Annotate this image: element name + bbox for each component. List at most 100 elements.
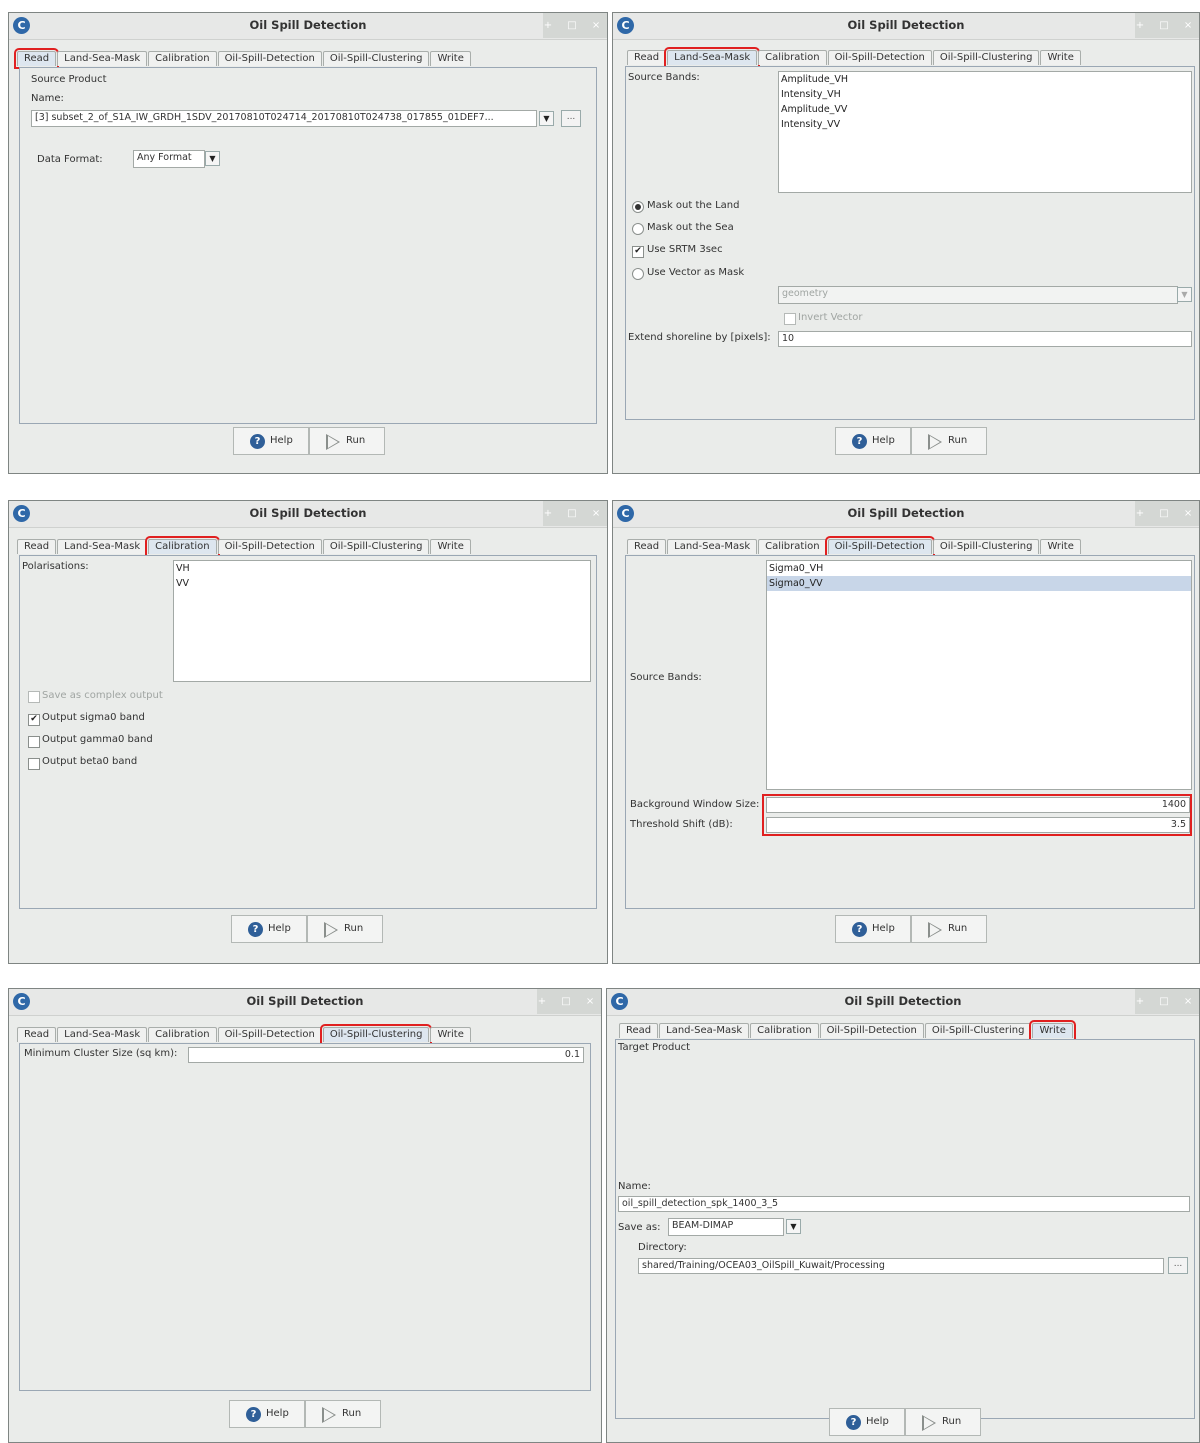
- tab-oil-spill-clustering[interactable]: Oil-Spill-Clustering: [932, 50, 1040, 65]
- tab-write[interactable]: Write: [430, 51, 471, 66]
- run-button[interactable]: Run: [305, 1400, 381, 1428]
- tab-calibration[interactable]: Calibration: [145, 536, 220, 557]
- run-button[interactable]: Run: [905, 1408, 981, 1436]
- tab-calibration[interactable]: Calibration: [148, 51, 217, 66]
- tab-oil-spill-clustering[interactable]: Oil-Spill-Clustering: [319, 1024, 433, 1045]
- help-button[interactable]: ? Help: [835, 915, 911, 943]
- mask-land-radio[interactable]: [632, 201, 644, 213]
- help-button[interactable]: ? Help: [835, 427, 911, 455]
- run-label: Run: [344, 923, 364, 934]
- list-item[interactable]: Amplitude_VV: [779, 102, 1191, 117]
- directory-label: Directory:: [638, 1242, 687, 1253]
- window-controls[interactable]: + □ ×: [543, 501, 607, 526]
- run-button[interactable]: Run: [307, 915, 383, 943]
- help-label: Help: [270, 435, 293, 446]
- list-item[interactable]: VH: [174, 561, 590, 576]
- mask-sea-radio[interactable]: [632, 223, 644, 235]
- tab-write[interactable]: Write: [430, 539, 471, 554]
- chevron-down-icon[interactable]: ▼: [539, 111, 554, 126]
- help-button[interactable]: ? Help: [229, 1400, 305, 1428]
- tab-write[interactable]: Write: [1029, 1020, 1076, 1041]
- tab-read[interactable]: Read: [627, 539, 667, 554]
- help-button[interactable]: ? Help: [233, 427, 309, 455]
- tab-oil-spill-detection[interactable]: Oil-Spill-Detection: [819, 1023, 924, 1038]
- list-item[interactable]: Amplitude_VH: [779, 72, 1191, 87]
- help-button[interactable]: ? Help: [231, 915, 307, 943]
- tab-oil-spill-detection[interactable]: Oil-Spill-Detection: [217, 51, 322, 66]
- run-button[interactable]: Run: [309, 427, 385, 455]
- help-label: Help: [866, 1416, 889, 1427]
- tab-write[interactable]: Write: [430, 1027, 471, 1042]
- tab-oil-spill-detection[interactable]: Oil-Spill-Detection: [217, 539, 322, 554]
- window-controls[interactable]: + □ ×: [1135, 13, 1199, 38]
- beta0-checkbox[interactable]: [28, 758, 40, 770]
- format-select[interactable]: Any Format: [133, 150, 205, 168]
- window-controls[interactable]: + □ ×: [537, 989, 601, 1014]
- list-item[interactable]: VV: [174, 576, 590, 591]
- gamma0-checkbox[interactable]: [28, 736, 40, 748]
- window-controls[interactable]: + □ ×: [1135, 989, 1199, 1014]
- target-name-input[interactable]: oil_spill_detection_spk_1400_3_5: [618, 1196, 1190, 1212]
- window-controls[interactable]: + □ ×: [1135, 501, 1199, 526]
- invert-vector-checkbox[interactable]: [784, 313, 796, 325]
- source-bands-list[interactable]: Sigma0_VH Sigma0_VV: [766, 560, 1192, 790]
- tab-land-sea-mask[interactable]: Land-Sea-Mask: [667, 539, 758, 554]
- run-button[interactable]: Run: [911, 427, 987, 455]
- window-title: Oil Spill Detection: [844, 994, 962, 1008]
- tab-read[interactable]: Read: [627, 50, 667, 65]
- tab-calibration[interactable]: Calibration: [758, 539, 827, 554]
- tab-oil-spill-clustering[interactable]: Oil-Spill-Clustering: [924, 1023, 1032, 1038]
- tab-land-sea-mask[interactable]: Land-Sea-Mask: [57, 51, 148, 66]
- polarisations-list[interactable]: VH VV: [173, 560, 591, 682]
- tab-read[interactable]: Read: [17, 1027, 57, 1042]
- browse-button[interactable]: ...: [561, 110, 581, 127]
- help-button[interactable]: ? Help: [829, 1408, 905, 1436]
- window-controls[interactable]: + □ ×: [543, 13, 607, 38]
- list-item[interactable]: Intensity_VV: [779, 117, 1191, 132]
- tab-bar: Read Land-Sea-Mask Calibration Oil-Spill-De…: [627, 536, 1082, 557]
- mask-land-label: Mask out the Land: [647, 200, 740, 211]
- shoreline-input[interactable]: 10: [778, 331, 1192, 347]
- tab-read[interactable]: Read: [17, 539, 57, 554]
- geometry-select[interactable]: geometry: [778, 286, 1178, 304]
- tab-write[interactable]: Write: [1040, 50, 1081, 65]
- help-icon: ?: [250, 434, 265, 449]
- chevron-down-icon[interactable]: ▼: [1177, 287, 1192, 302]
- tab-land-sea-mask[interactable]: Land-Sea-Mask: [57, 1027, 148, 1042]
- tab-write[interactable]: Write: [1040, 539, 1081, 554]
- directory-input[interactable]: shared/Training/OCEA03_OilSpill_Kuwait/P…: [638, 1258, 1164, 1274]
- tab-oil-spill-detection[interactable]: Oil-Spill-Detection: [827, 50, 932, 65]
- tab-land-sea-mask[interactable]: Land-Sea-Mask: [664, 47, 761, 68]
- tab-oil-spill-clustering[interactable]: Oil-Spill-Clustering: [322, 539, 430, 554]
- browse-button[interactable]: ...: [1168, 1257, 1188, 1274]
- chevron-down-icon[interactable]: ▼: [205, 151, 220, 166]
- tab-calibration[interactable]: Calibration: [148, 1027, 217, 1042]
- tab-read[interactable]: Read: [619, 1023, 659, 1038]
- save-as-select[interactable]: BEAM-DIMAP: [668, 1218, 784, 1236]
- srtm-checkbox[interactable]: ✔: [632, 246, 644, 258]
- tab-calibration[interactable]: Calibration: [758, 50, 827, 65]
- sigma0-checkbox[interactable]: ✔: [28, 714, 40, 726]
- tab-land-sea-mask[interactable]: Land-Sea-Mask: [659, 1023, 750, 1038]
- window-oil-spill-clustering: C Oil Spill Detection + □ × Read Land-Sea…: [8, 988, 602, 1443]
- complex-output-checkbox[interactable]: [28, 691, 40, 703]
- list-item-selected[interactable]: Sigma0_VV: [767, 576, 1191, 591]
- help-label: Help: [268, 923, 291, 934]
- tab-oil-spill-detection[interactable]: Oil-Spill-Detection: [824, 536, 935, 557]
- source-product-select[interactable]: [3] subset_2_of_S1A_IW_GRDH_1SDV_2017081…: [31, 110, 537, 127]
- tab-bar: Read Land-Sea-Mask Calibration Oil-Spill-De…: [13, 48, 472, 69]
- tab-calibration[interactable]: Calibration: [750, 1023, 819, 1038]
- list-item[interactable]: Intensity_VH: [779, 87, 1191, 102]
- tab-oil-spill-detection[interactable]: Oil-Spill-Detection: [217, 1027, 322, 1042]
- tab-read[interactable]: Read: [13, 48, 60, 69]
- window-land-sea-mask: C Oil Spill Detection + □ × Read Land-Sea…: [612, 12, 1200, 474]
- run-button[interactable]: Run: [911, 915, 987, 943]
- chevron-down-icon[interactable]: ▼: [786, 1219, 801, 1234]
- source-bands-list[interactable]: Amplitude_VH Intensity_VH Amplitude_VV I…: [778, 71, 1192, 193]
- vector-mask-radio[interactable]: [632, 268, 644, 280]
- tab-land-sea-mask[interactable]: Land-Sea-Mask: [57, 539, 148, 554]
- tab-oil-spill-clustering[interactable]: Oil-Spill-Clustering: [932, 539, 1040, 554]
- tab-oil-spill-clustering[interactable]: Oil-Spill-Clustering: [322, 51, 430, 66]
- min-cluster-input[interactable]: 0.1: [188, 1047, 584, 1063]
- list-item[interactable]: Sigma0_VH: [767, 561, 1191, 576]
